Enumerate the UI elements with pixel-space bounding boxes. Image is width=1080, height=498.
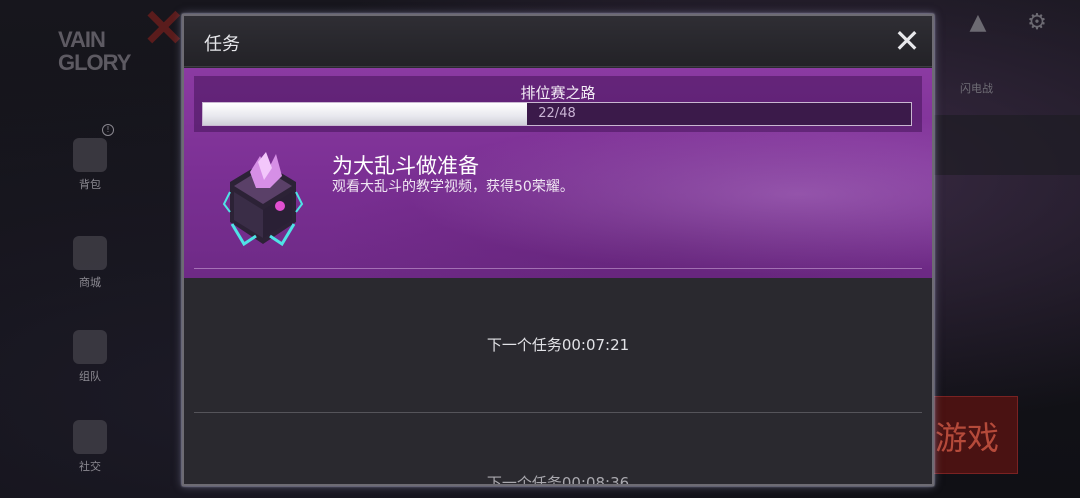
progress-text: 22/48 — [538, 106, 576, 121]
progress-title: 排位赛之路 — [520, 84, 596, 102]
top-icons: ▲ ⚙ — [937, 10, 1050, 36]
nav-badge: ! — [102, 124, 114, 136]
nav-label: 社交 — [79, 460, 101, 473]
team-icon — [73, 330, 107, 364]
close-icon: ✕ — [893, 22, 921, 60]
nav-item-team[interactable]: 组队 — [60, 330, 120, 384]
modal-header: 任务 ✕ — [184, 16, 932, 67]
nav-item-store[interactable]: 商城 — [60, 236, 120, 290]
modal-title: 任务 — [204, 34, 240, 55]
card-divider — [194, 268, 922, 269]
gear-icon[interactable]: ⚙ — [1024, 10, 1050, 36]
quest-card[interactable]: 排位赛之路 22/48 为大乱斗做准备 观看大乱斗的教学视频，获得50荣耀。 — [184, 68, 932, 278]
social-icon — [73, 420, 107, 454]
logo-x-mark: ✕ — [142, 0, 186, 58]
right-panel — [932, 115, 1080, 175]
nav-label: 背包 — [79, 178, 101, 191]
next-quest-timer-2: 下一个任务00:08:36 — [486, 474, 630, 486]
quests-modal: 任务 ✕ 排位赛之路 22/48 为大乱斗做准备 观看大乱斗的教学视频，获得50… — [182, 14, 934, 486]
treasure-chest-icon — [222, 152, 304, 247]
progress-bar: 22/48 — [202, 102, 912, 126]
quest-description: 观看大乱斗的教学视频，获得50荣耀。 — [332, 179, 574, 195]
next-quest-slot: 下一个任务00:07:21 — [184, 278, 932, 412]
side-navigation: ! 背包 商城 组队 社交 — [60, 0, 120, 498]
graduation-cap-icon[interactable]: ▲ — [965, 10, 991, 36]
nav-item-social[interactable]: 社交 — [60, 420, 120, 474]
quest-progress: 排位赛之路 22/48 — [194, 76, 922, 132]
nav-label: 商城 — [79, 276, 101, 289]
row-divider — [194, 412, 922, 413]
next-quest-timer: 下一个任务00:07:21 — [486, 336, 630, 354]
nav-label: 组队 — [79, 370, 101, 383]
play-button[interactable]: 游戏 — [926, 396, 1018, 474]
play-button-label: 游戏 — [935, 419, 1000, 457]
nav-item-backpack[interactable]: ! 背包 — [60, 124, 120, 192]
blitz-mode-tab[interactable]: 闪电战 — [960, 80, 993, 96]
backpack-icon — [73, 138, 107, 172]
close-button[interactable]: ✕ — [890, 24, 924, 58]
cart-icon — [73, 236, 107, 270]
